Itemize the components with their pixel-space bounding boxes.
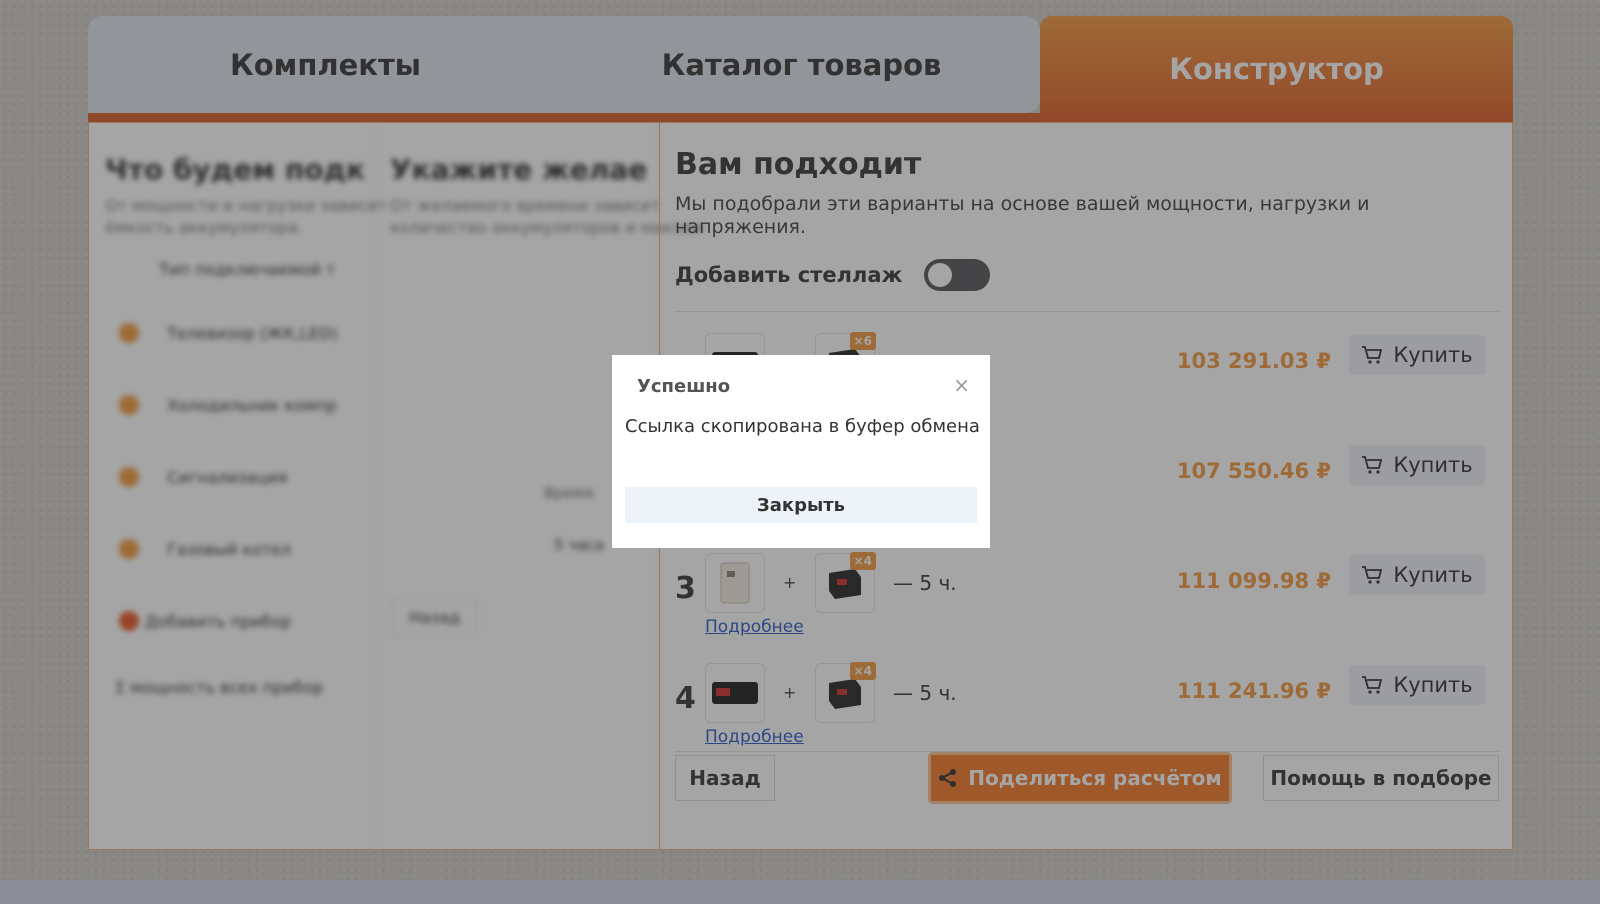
success-dialog: Успешно × Ссылка скопирована в буфер обм… [612, 355, 990, 548]
close-button[interactable]: Закрыть [625, 487, 977, 523]
dialog-title: Успешно [637, 376, 731, 397]
close-icon[interactable]: × [953, 373, 970, 397]
dialog-message: Ссылка скопирована в буфер обмена [625, 416, 980, 437]
